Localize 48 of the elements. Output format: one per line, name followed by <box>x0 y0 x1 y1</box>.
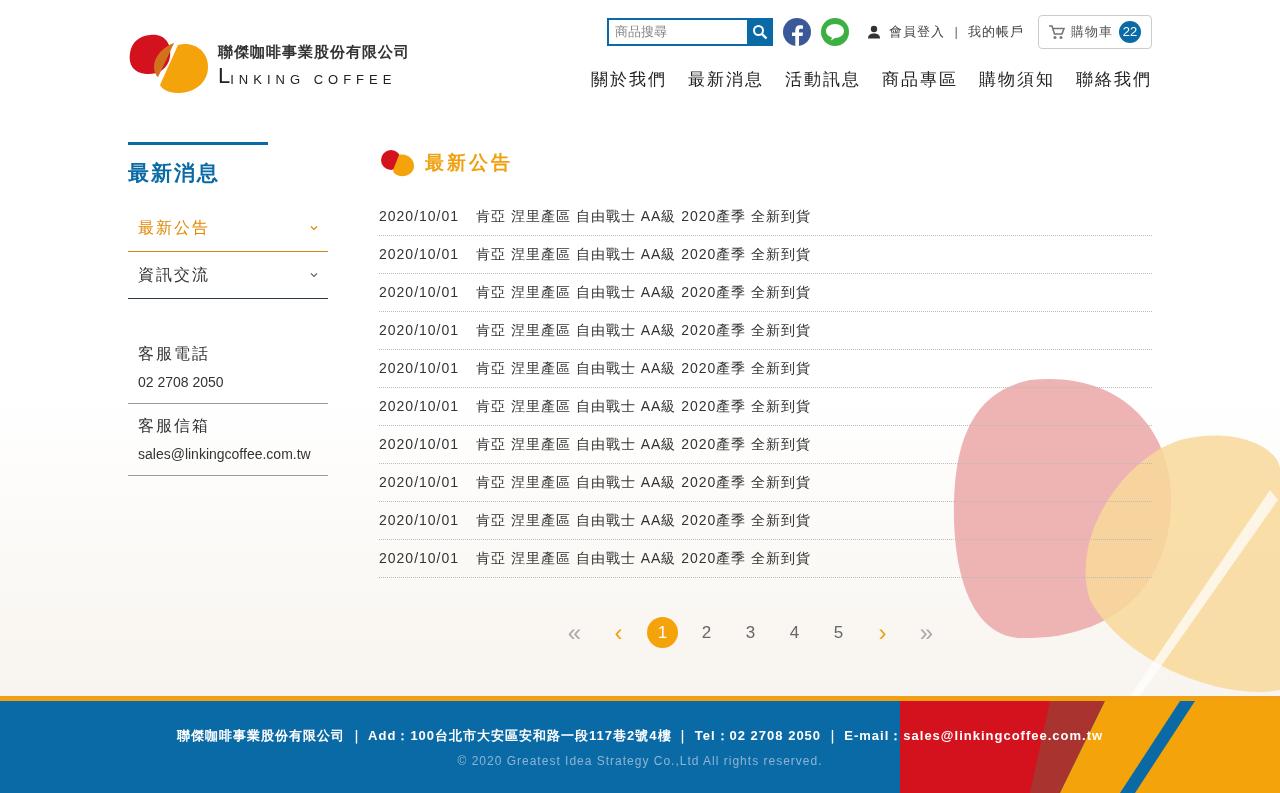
logo-icon <box>128 33 210 95</box>
nav-link[interactable]: 聯絡我們 <box>1076 67 1152 93</box>
cart-count-badge: 22 <box>1119 21 1141 43</box>
cart-icon <box>1049 24 1065 40</box>
search-button[interactable] <box>746 18 773 46</box>
logo-icon <box>379 149 415 177</box>
page-button[interactable]: 5 <box>823 617 854 648</box>
search-field[interactable]: 商品搜尋 <box>606 18 747 46</box>
cart-button[interactable]: 購物車 22 <box>1038 15 1152 49</box>
company-name: 聯傑咖啡事業股份有限公司 <box>218 41 410 62</box>
chevron-down-icon <box>310 271 318 278</box>
contact-label: 客服電話 <box>138 343 211 364</box>
contact-value: 02 2708 2050 <box>138 372 224 392</box>
facebook-link[interactable] <box>782 18 811 46</box>
nav-link[interactable]: 最新消息 <box>688 67 764 93</box>
news-item[interactable]: 2020/10/01 肯亞 涅里產區 自由戰士 AA級 2020產季 全新到貨 <box>379 282 812 303</box>
news-item[interactable]: 2020/10/01 肯亞 涅里產區 自由戰士 AA級 2020產季 全新到貨 <box>379 548 812 569</box>
nav-link[interactable]: 商品專區 <box>882 67 958 93</box>
chat-bubble-icon <box>824 23 845 41</box>
news-item[interactable]: 2020/10/01 肯亞 涅里產區 自由戰士 AA級 2020產季 全新到貨 <box>379 358 812 379</box>
news-item[interactable]: 2020/10/01 肯亞 涅里產區 自由戰士 AA級 2020產季 全新到貨 <box>379 206 812 227</box>
login-link[interactable]: 會員登入 <box>866 22 945 42</box>
page-button[interactable]: 3 <box>735 617 766 648</box>
news-item[interactable]: 2020/10/01 肯亞 涅里產區 自由戰士 AA級 2020產季 全新到貨 <box>379 434 812 455</box>
brand-name: LINKING COFFEE <box>218 65 398 88</box>
chevron-down-icon <box>310 224 318 231</box>
contact-label: 客服信箱 <box>138 415 211 436</box>
news-item[interactable]: 2020/10/01 肯亞 涅里產區 自由戰士 AA級 2020產季 全新到貨 <box>379 320 812 341</box>
news-item[interactable]: 2020/10/01 肯亞 涅里產區 自由戰士 AA級 2020產季 全新到貨 <box>379 396 812 417</box>
copyright-text: © 2020 Greatest Idea Strategy Co.,Ltd All rights reserved. <box>457 752 823 770</box>
sidebar-item[interactable]: 資訊交流 <box>128 251 328 299</box>
page-button[interactable]: 2 <box>691 617 722 648</box>
nav-link[interactable]: 購物須知 <box>979 67 1055 93</box>
search-icon <box>751 24 768 40</box>
account-link[interactable]: 我的帳戶 <box>968 22 1024 42</box>
user-icon <box>866 25 881 39</box>
nav-link[interactable]: 關於我們 <box>591 67 667 93</box>
page-button[interactable]: 4 <box>779 617 810 648</box>
facebook-icon <box>789 24 804 46</box>
contact-value: sales@linkingcoffee.com.tw <box>138 444 311 464</box>
line-link[interactable] <box>820 18 849 46</box>
news-item[interactable]: 2020/10/01 肯亞 涅里產區 自由戰士 AA級 2020產季 全新到貨 <box>379 472 812 493</box>
sidebar-title: 最新消息 <box>128 160 221 186</box>
nav-link[interactable]: 活動訊息 <box>785 67 861 93</box>
section-heading: 最新公告 <box>425 150 513 175</box>
news-item[interactable]: 2020/10/01 肯亞 涅里產區 自由戰士 AA級 2020產季 全新到貨 <box>379 244 812 265</box>
separator: | <box>954 23 958 42</box>
news-item[interactable]: 2020/10/01 肯亞 涅里產區 自由戰士 AA級 2020產季 全新到貨 <box>379 510 812 531</box>
